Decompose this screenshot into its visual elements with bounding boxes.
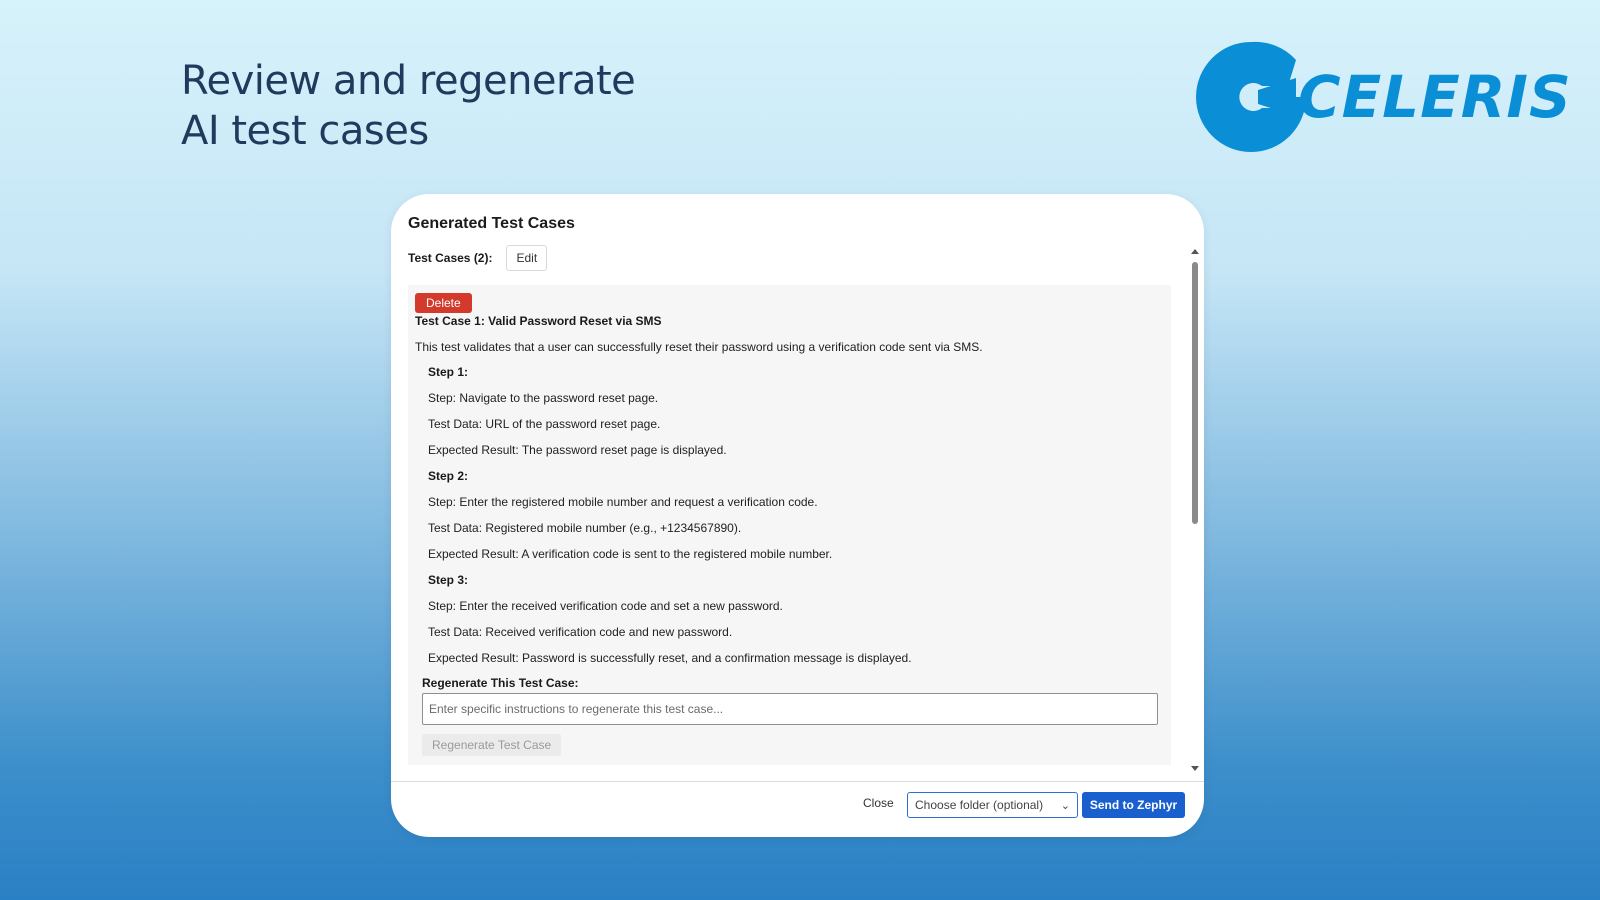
chevron-down-icon: ⌄ (1060, 799, 1070, 812)
send-to-zephyr-button[interactable]: Send to Zephyr (1082, 792, 1185, 818)
step-block: Step 1: Step: Navigate to the password r… (428, 359, 1148, 463)
step-block: Step 3: Step: Enter the received verific… (428, 567, 1148, 671)
delete-button[interactable]: Delete (415, 293, 472, 313)
test-case-steps: Step 1: Step: Navigate to the password r… (428, 359, 1148, 671)
celeris-logo: CELERIS (1192, 38, 1571, 156)
headline-line-1: Review and regenerate (181, 58, 636, 104)
edit-button[interactable]: Edit (506, 245, 548, 271)
folder-select-value: Choose folder (optional) (915, 798, 1044, 812)
scrollbar[interactable] (1191, 249, 1199, 771)
regenerate-label: Regenerate This Test Case: (422, 676, 579, 690)
step-block: Step 2: Step: Enter the registered mobil… (428, 463, 1148, 567)
logo-text: CELERIS (1298, 63, 1572, 131)
test-cases-count-label: Test Cases (2): (408, 251, 493, 265)
step-action: Step: Enter the registered mobile number… (428, 495, 818, 509)
step-test-data: Test Data: Registered mobile number (e.g… (428, 521, 742, 535)
step-test-data: Test Data: URL of the password reset pag… (428, 417, 661, 431)
folder-select[interactable]: Choose folder (optional) ⌄ (907, 792, 1078, 818)
step-expected-result: Expected Result: A verification code is … (428, 547, 833, 561)
headline-line-2: AI test cases (181, 108, 429, 154)
close-button[interactable]: Close (859, 792, 898, 814)
scroll-up-arrow-icon[interactable] (1191, 249, 1199, 254)
step-heading: Step 1: (428, 365, 469, 379)
generated-test-cases-dialog: Generated Test Cases Test Cases (2): Edi… (391, 194, 1204, 837)
step-expected-result: Expected Result: The password reset page… (428, 443, 727, 457)
footer-divider (391, 781, 1204, 782)
headline: Review and regenerate AI test cases (181, 56, 636, 156)
regenerate-test-case-button[interactable]: Regenerate Test Case (422, 734, 562, 756)
test-case-description: This test validates that a user can succ… (415, 340, 983, 354)
dialog-title: Generated Test Cases (408, 215, 575, 232)
step-heading: Step 3: (428, 573, 469, 587)
test-case-title: Test Case 1: Valid Password Reset via SM… (415, 314, 662, 328)
test-cases-header: Test Cases (2): Edit (408, 245, 548, 271)
test-case-card: Delete Test Case 1: Valid Password Reset… (408, 285, 1171, 765)
step-test-data: Test Data: Received verification code an… (428, 625, 733, 639)
scroll-down-arrow-icon[interactable] (1191, 766, 1199, 771)
celeris-logo-icon (1196, 41, 1306, 152)
regenerate-instructions-input[interactable] (422, 693, 1158, 725)
step-action: Step: Navigate to the password reset pag… (428, 391, 659, 405)
step-expected-result: Expected Result: Password is successfull… (428, 651, 912, 665)
step-action: Step: Enter the received verification co… (428, 599, 783, 613)
scrollbar-thumb[interactable] (1192, 262, 1198, 524)
step-heading: Step 2: (428, 469, 469, 483)
